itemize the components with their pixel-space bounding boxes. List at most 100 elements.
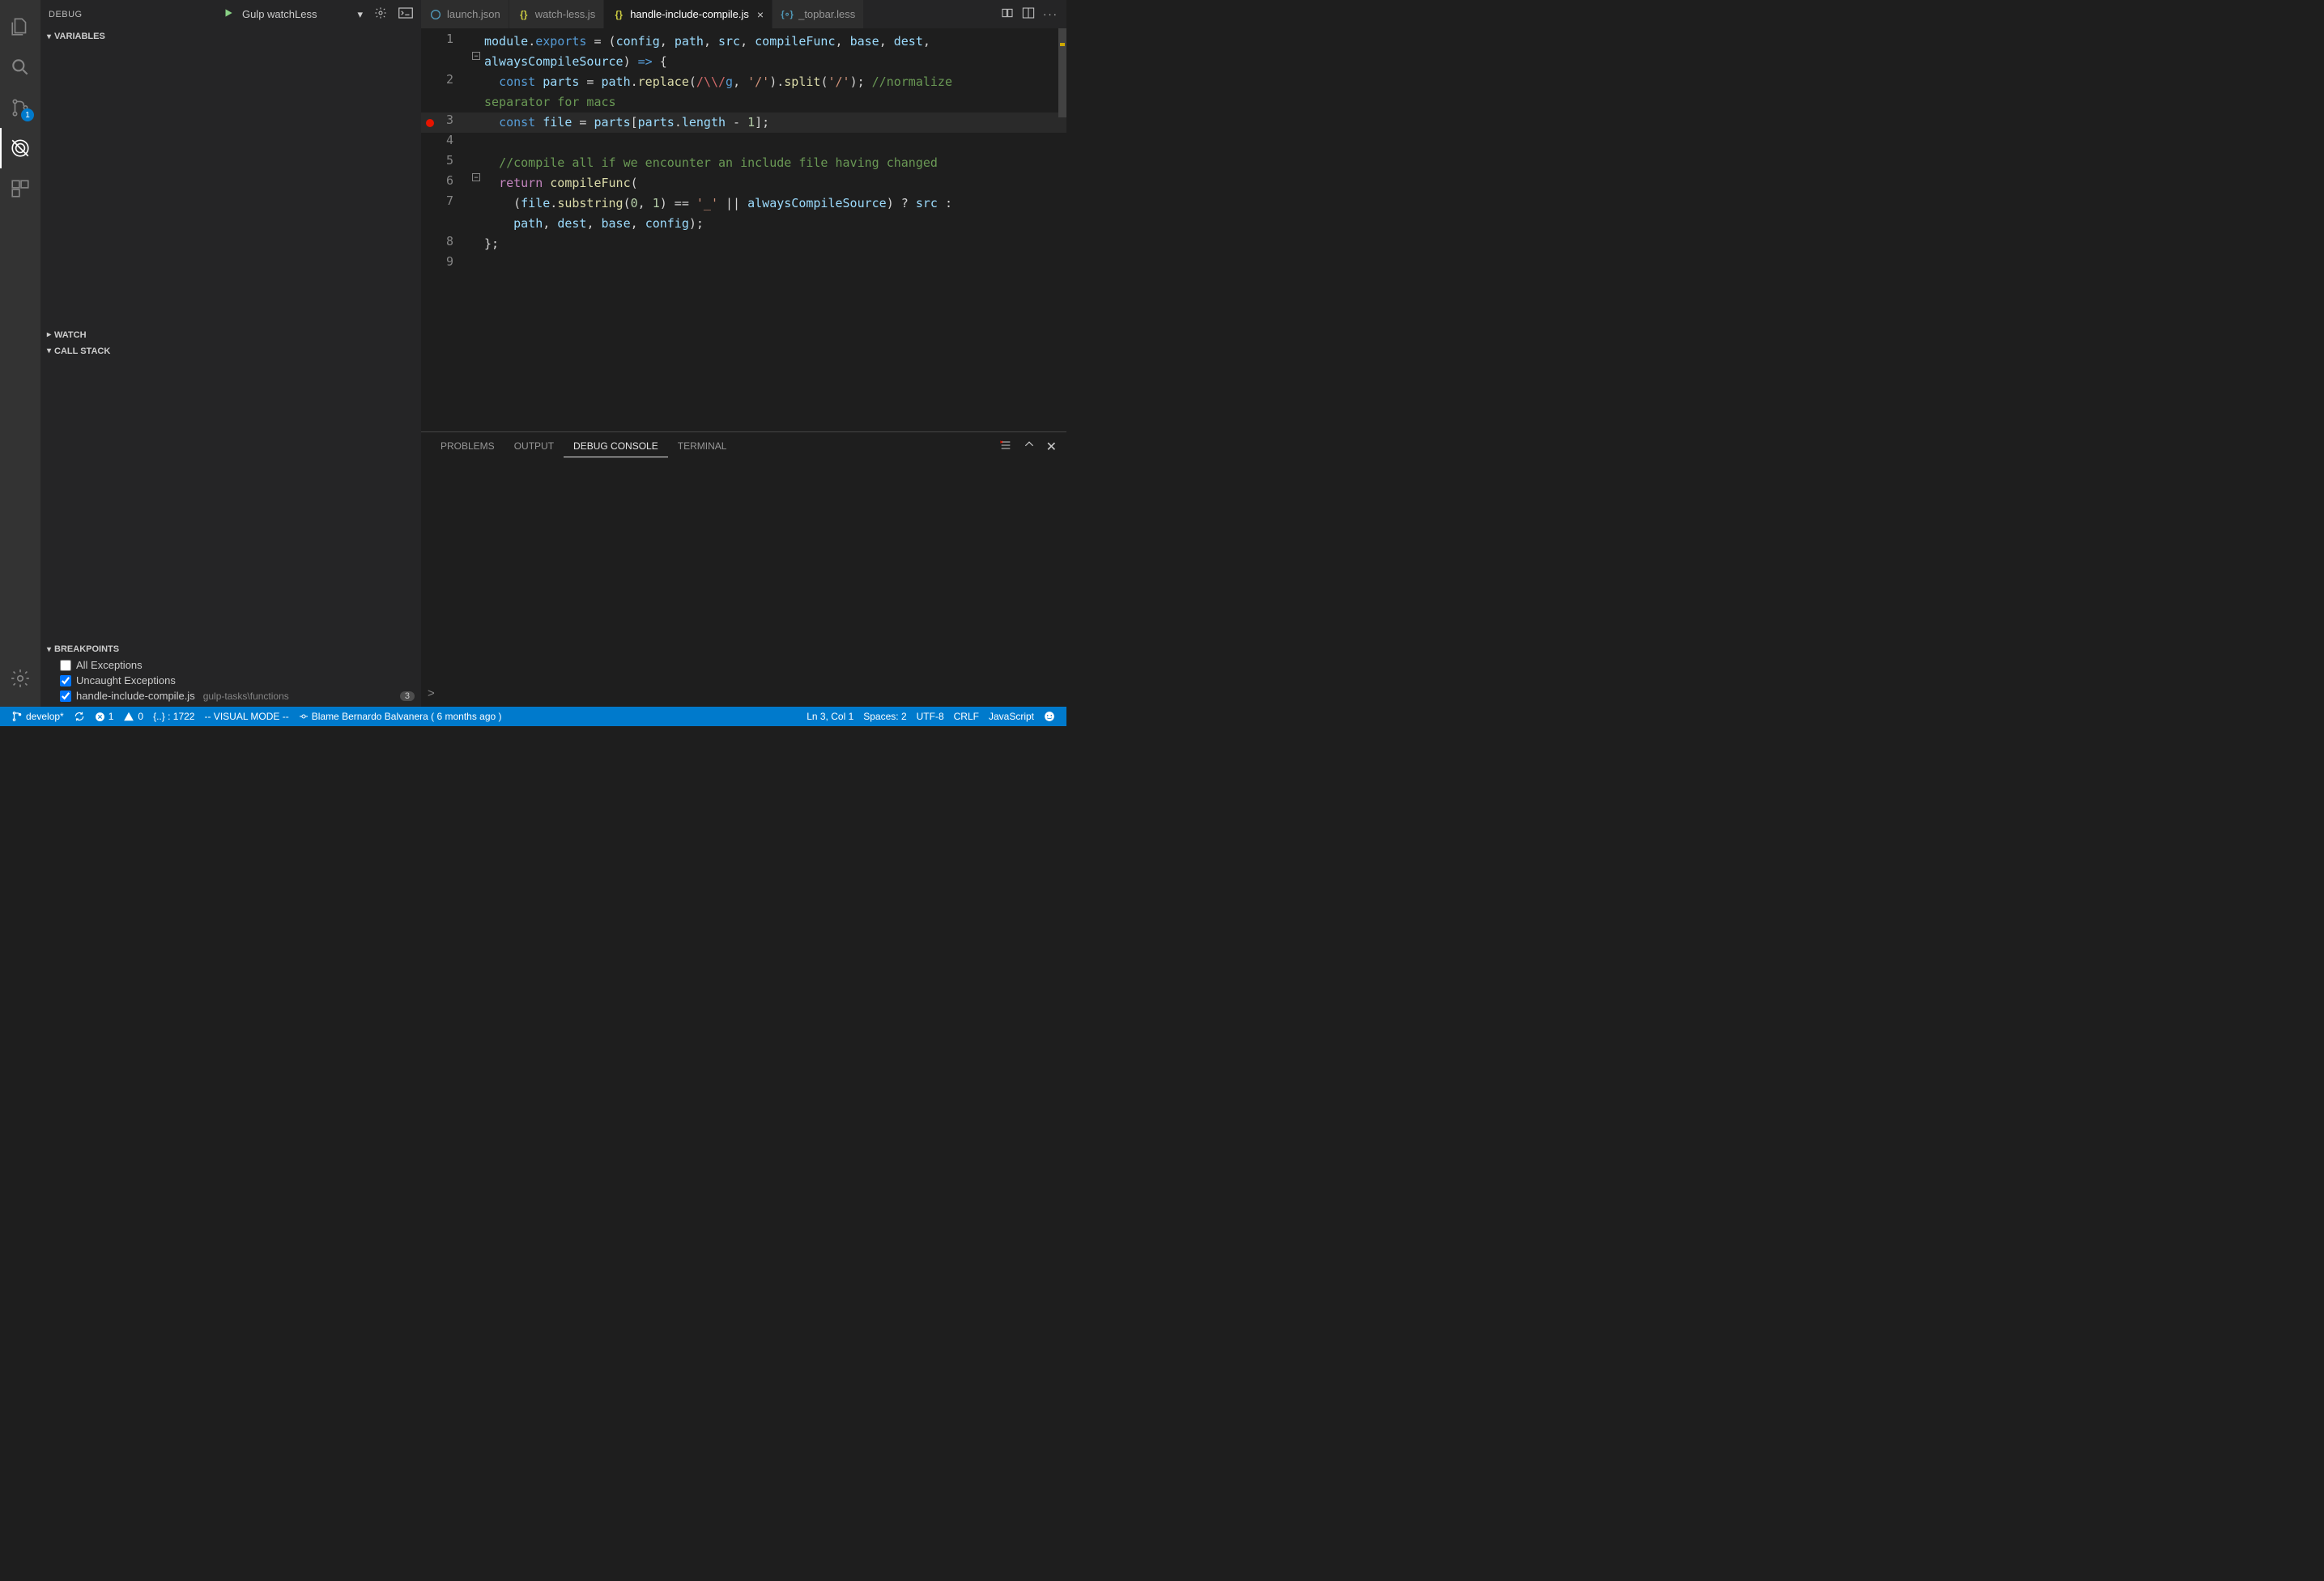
activity-search[interactable]: [0, 47, 40, 87]
config-dropdown-caret[interactable]: ▾: [357, 8, 363, 21]
status-bracket[interactable]: {..} : 1722: [148, 707, 199, 726]
line-number: 6: [421, 173, 470, 188]
debug-console-toggle[interactable]: [398, 7, 413, 21]
tab-label: _topbar.less: [798, 8, 855, 20]
activity-scm[interactable]: 1: [0, 87, 40, 128]
code-line[interactable]: separator for macs: [483, 92, 1066, 113]
fold-marker[interactable]: −: [472, 173, 480, 181]
callstack-section-header[interactable]: ▾ CALL STACK: [40, 343, 421, 359]
gear-icon: [374, 6, 387, 19]
status-vim-mode: -- VISUAL MODE --: [199, 707, 293, 726]
sync-icon: [74, 711, 85, 722]
breakpoint-dot[interactable]: [426, 119, 434, 127]
search-icon: [10, 57, 31, 78]
code-line[interactable]: const parts = path.replace(/\\/g, '/').s…: [483, 72, 1066, 92]
status-spaces[interactable]: Spaces: 2: [858, 707, 911, 726]
activity-explorer[interactable]: [0, 6, 40, 47]
debug-toolbar: Gulp watchLess ▾: [223, 6, 413, 22]
debug-console-body[interactable]: >: [421, 461, 1066, 707]
breakpoint-checkbox[interactable]: [60, 675, 71, 686]
console-prompt[interactable]: >: [428, 686, 435, 700]
code-line[interactable]: alwaysCompileSource) => {: [483, 52, 1066, 72]
breakpoint-row[interactable]: All Exceptions: [40, 657, 421, 673]
tab--topbar-less[interactable]: {∘} _topbar.less: [773, 0, 864, 28]
status-position[interactable]: Ln 3, Col 1: [802, 707, 858, 726]
panel-tabs: PROBLEMSOUTPUTDEBUG CONSOLETERMINAL ✕: [421, 432, 1066, 461]
json-file-icon: [429, 8, 442, 21]
collapse-panel-button[interactable]: [1024, 439, 1035, 455]
scroll-mark: [1060, 43, 1065, 46]
debug-sidebar: DEBUG Gulp watchLess ▾ ▾ VA: [40, 0, 421, 707]
debug-config-selector[interactable]: Gulp watchLess: [242, 8, 317, 20]
start-debug-button[interactable]: [223, 7, 234, 21]
extensions-icon: [10, 178, 31, 199]
tab-handle-include-compile-js[interactable]: {}handle-include-compile.js×: [604, 0, 773, 28]
variables-section-header[interactable]: ▾ VARIABLES: [40, 28, 421, 45]
fold-marker[interactable]: −: [472, 52, 480, 60]
activity-settings[interactable]: [0, 658, 40, 699]
code-line[interactable]: return compileFunc(: [483, 173, 1066, 193]
fold-gutter[interactable]: −: [470, 173, 483, 181]
line-number: 1: [421, 32, 470, 46]
breakpoint-detail: gulp-tasks\functions: [203, 691, 289, 702]
code-line[interactable]: };: [483, 234, 1066, 254]
line-number: 5: [421, 153, 470, 168]
breakpoint-row[interactable]: handle-include-compile.jsgulp-tasks\func…: [40, 688, 421, 703]
debug-settings-button[interactable]: [374, 6, 387, 22]
status-branch[interactable]: develop*: [6, 707, 69, 726]
panel-actions: ✕: [999, 439, 1057, 455]
more-actions-button[interactable]: ···: [1043, 8, 1058, 20]
tab-label: launch.json: [447, 8, 500, 20]
line-number: 3: [421, 113, 470, 127]
close-panel-button[interactable]: ✕: [1046, 439, 1057, 455]
status-eol[interactable]: CRLF: [949, 707, 984, 726]
code-line[interactable]: path, dest, base, config);: [483, 214, 1066, 234]
fold-gutter[interactable]: −: [470, 52, 483, 60]
panel-tab-terminal[interactable]: TERMINAL: [668, 436, 737, 457]
code-line[interactable]: module.exports = (config, path, src, com…: [483, 32, 1066, 52]
status-sync[interactable]: [69, 707, 90, 726]
clear-console-button[interactable]: [999, 439, 1012, 455]
variables-label: VARIABLES: [54, 32, 105, 41]
editor-content[interactable]: 1 module.exports = (config, path, src, co…: [421, 28, 1066, 431]
split-editor-button[interactable]: [1022, 6, 1035, 22]
console-icon: [398, 7, 413, 19]
breakpoints-section-header[interactable]: ▾ BREAKPOINTS: [40, 641, 421, 657]
js-file-icon: {}: [517, 8, 530, 21]
status-encoding[interactable]: UTF-8: [912, 707, 949, 726]
breakpoint-checkbox[interactable]: [60, 691, 71, 702]
smiley-icon: [1044, 711, 1055, 722]
close-tab-button[interactable]: ×: [757, 8, 764, 21]
tab-launch-json[interactable]: launch.json: [421, 0, 509, 28]
status-blame[interactable]: Blame Bernardo Balvanera ( 6 months ago …: [294, 707, 507, 726]
tab-watch-less-js[interactable]: {}watch-less.js: [509, 0, 604, 28]
panel-tab-debug-console[interactable]: DEBUG CONSOLE: [564, 436, 668, 457]
chevron-down-icon: ▾: [47, 346, 51, 355]
status-warnings[interactable]: 0: [118, 707, 148, 726]
line-number: 9: [421, 254, 470, 269]
line-number: 7: [421, 193, 470, 208]
watch-section-header[interactable]: ▸ WATCH: [40, 327, 421, 343]
status-language[interactable]: JavaScript: [984, 707, 1039, 726]
panel-tab-output[interactable]: OUTPUT: [504, 436, 564, 457]
scrollbar-thumb[interactable]: [1058, 28, 1066, 117]
code-line[interactable]: (file.substring(0, 1) == '_' || alwaysCo…: [483, 193, 1066, 214]
activity-bar: 1: [0, 0, 40, 707]
editor-scrollbar[interactable]: [1055, 28, 1066, 431]
js-file-icon: {}: [612, 8, 625, 21]
bottom-panel: PROBLEMSOUTPUTDEBUG CONSOLETERMINAL ✕ >: [421, 431, 1066, 707]
activity-extensions[interactable]: [0, 168, 40, 209]
breakpoint-row[interactable]: Uncaught Exceptions: [40, 673, 421, 688]
compare-icon[interactable]: [1001, 6, 1014, 22]
commit-icon: [299, 712, 309, 721]
breakpoint-checkbox[interactable]: [60, 660, 71, 671]
code-line[interactable]: const file = parts[parts.length - 1];: [483, 113, 1066, 133]
breakpoint-label: Uncaught Exceptions: [76, 674, 176, 686]
status-bar: develop* 1 0 {..} : 1722 -- VISUAL MODE …: [0, 707, 1066, 726]
less-file-icon: {∘}: [781, 8, 794, 21]
code-line[interactable]: //compile all if we encounter an include…: [483, 153, 1066, 173]
status-feedback[interactable]: [1039, 707, 1060, 726]
activity-debug[interactable]: [0, 128, 40, 168]
panel-tab-problems[interactable]: PROBLEMS: [431, 436, 504, 457]
status-errors[interactable]: 1: [90, 707, 119, 726]
